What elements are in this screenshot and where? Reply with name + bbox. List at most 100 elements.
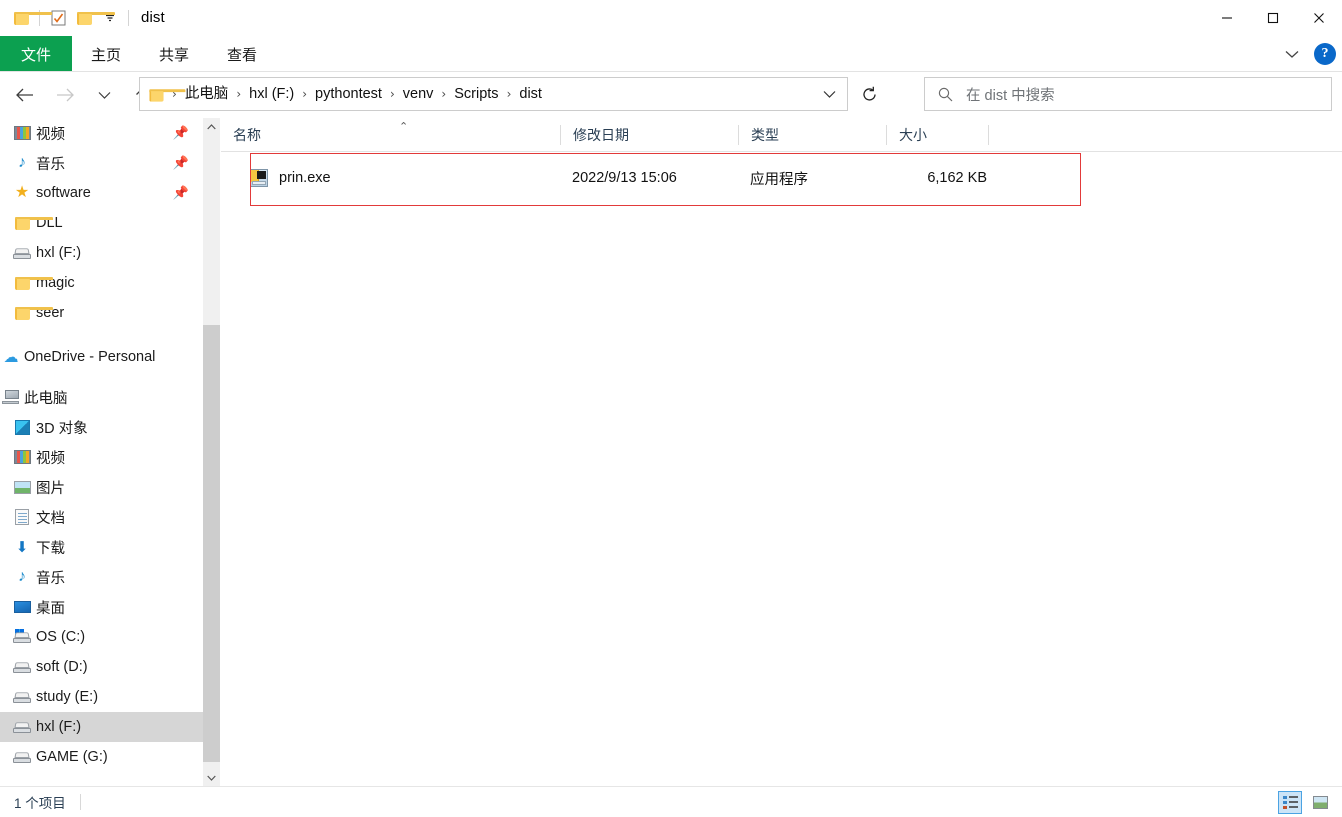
refresh-button[interactable] [852, 77, 886, 111]
forward-button[interactable] [51, 80, 79, 110]
help-button[interactable]: ? [1314, 43, 1336, 65]
column-headers: 名称 ⌃ 修改日期 类型 大小 [221, 118, 1342, 152]
breadcrumb-separator-3[interactable]: › [386, 87, 399, 101]
address-dropdown-chevron-down-icon[interactable] [815, 78, 843, 110]
breadcrumb-item-pythontest[interactable]: pythontest [311, 83, 386, 105]
folder-icon[interactable] [8, 5, 52, 31]
sidebar-item-desktop[interactable]: 桌面 [0, 592, 203, 622]
scroll-down-arrow-icon[interactable] [203, 769, 220, 786]
sidebar-item-label: GAME (G:) [36, 749, 108, 765]
scroll-up-arrow-icon[interactable] [203, 118, 220, 135]
column-header-label: 名称 [233, 126, 261, 143]
sidebar-item-game-g[interactable]: GAME (G:) [0, 742, 203, 772]
file-name-label: prin.exe [279, 170, 331, 186]
cell-name: prin.exe [250, 169, 572, 187]
minimize-button[interactable] [1204, 0, 1250, 36]
breadcrumb-item-hxl-f[interactable]: hxl (F:) [245, 83, 298, 105]
pin-icon[interactable]: 📌 [173, 185, 189, 201]
sidebar-item-music[interactable]: ♪ 音乐 [0, 562, 203, 592]
sidebar-item-dll[interactable]: DLL [0, 208, 203, 238]
maximize-button[interactable] [1250, 0, 1296, 36]
navigation-pane: 视频 📌 ♪ 音乐 📌 ★ software 📌 DLL hxl (F:) ma… [0, 118, 203, 786]
sidebar-item-videos-quick[interactable]: 视频 📌 [0, 118, 203, 148]
breadcrumb-item-scripts[interactable]: Scripts [450, 83, 502, 105]
thumbnail-view-icon[interactable] [1308, 791, 1332, 814]
breadcrumb-separator-1[interactable]: › [232, 87, 245, 101]
video-icon [13, 448, 31, 466]
sidebar-item-downloads[interactable]: ⬇ 下载 [0, 532, 203, 562]
tab-file[interactable]: 文件 [0, 36, 72, 72]
pictures-icon [13, 478, 31, 496]
scrollbar-thumb[interactable] [203, 325, 220, 762]
address-folder-icon[interactable] [149, 88, 186, 102]
sidebar-item-this-pc[interactable]: 此电脑 [0, 382, 203, 412]
search-box[interactable]: 在 dist 中搜索 [924, 77, 1332, 111]
downloads-icon: ⬇ [15, 538, 29, 556]
close-button[interactable] [1296, 0, 1342, 36]
back-button[interactable] [10, 80, 38, 110]
breadcrumb-separator-4[interactable]: › [437, 87, 450, 101]
sidebar-item-label: 图片 [36, 480, 65, 497]
column-header-name[interactable]: 名称 ⌃ [221, 118, 561, 152]
tab-view[interactable]: 查看 [208, 36, 276, 72]
column-header-label: 类型 [751, 126, 779, 143]
drive-icon [13, 658, 31, 676]
sidebar-item-software[interactable]: ★ software 📌 [0, 178, 203, 208]
sidebar-item-pictures[interactable]: 图片 [0, 472, 203, 502]
sidebar-item-hxl-f-quick[interactable]: hxl (F:) [0, 238, 203, 268]
pin-icon[interactable]: 📌 [173, 125, 189, 141]
sidebar-item-hxl-f[interactable]: hxl (F:) [0, 712, 203, 742]
sidebar-item-videos[interactable]: 视频 [0, 442, 203, 472]
sidebar-scrollbar[interactable] [203, 118, 220, 786]
breadcrumb-item-venv[interactable]: venv [399, 83, 438, 105]
recent-locations-chevron-down-icon[interactable] [90, 80, 118, 110]
sidebar-item-os-c[interactable]: OS (C:) [0, 622, 203, 652]
expand-ribbon-chevron-down-icon[interactable] [1280, 42, 1304, 66]
window-controls [1204, 0, 1342, 36]
title-bar: dist [0, 0, 1342, 36]
quick-access-toolbar: dist [0, 0, 165, 36]
drive-icon [13, 748, 31, 766]
sidebar-item-seer[interactable]: seer [0, 298, 203, 328]
pin-icon[interactable]: 📌 [173, 155, 189, 171]
sidebar-item-onedrive[interactable]: ☁ OneDrive - Personal [0, 342, 203, 372]
folder-icon [13, 304, 53, 322]
status-bar: 1 个项目 [0, 786, 1342, 817]
drive-icon [13, 718, 31, 736]
address-bar[interactable]: › 此电脑 › hxl (F:) › pythontest › venv › S… [139, 77, 848, 111]
music-icon: ♪ [18, 568, 26, 585]
drive-icon [13, 244, 31, 262]
breadcrumb-item-dist[interactable]: dist [515, 83, 546, 105]
properties-icon[interactable] [45, 5, 71, 31]
sidebar-item-soft-d[interactable]: soft (D:) [0, 652, 203, 682]
tab-home[interactable]: 主页 [72, 36, 140, 72]
sidebar-item-label: hxl (F:) [36, 245, 82, 261]
sidebar-item-3d-objects[interactable]: 3D 对象 [0, 412, 203, 442]
sidebar-item-study-e[interactable]: study (E:) [0, 682, 203, 712]
sidebar-item-magic[interactable]: magic [0, 268, 203, 298]
documents-icon [13, 508, 31, 526]
breadcrumb-separator-5[interactable]: › [503, 87, 516, 101]
view-mode-buttons [1278, 787, 1332, 817]
file-list-pane: 名称 ⌃ 修改日期 类型 大小 prin.exe 2022/9/13 15:06… [221, 118, 1342, 786]
breadcrumb-item-this-pc[interactable]: 此电脑 [181, 83, 233, 105]
customize-toolbar-chevron-down-icon[interactable] [97, 5, 123, 31]
table-row[interactable]: prin.exe 2022/9/13 15:06 应用程序 6,162 KB [250, 154, 1081, 202]
column-header-size[interactable]: 大小 [887, 118, 989, 152]
details-view-icon[interactable] [1278, 791, 1302, 814]
status-divider [79, 794, 81, 810]
sidebar-item-music-quick[interactable]: ♪ 音乐 📌 [0, 148, 203, 178]
sidebar-item-documents[interactable]: 文档 [0, 502, 203, 532]
breadcrumb-separator-2[interactable]: › [298, 87, 311, 101]
tab-share[interactable]: 共享 [140, 36, 208, 72]
video-icon [13, 124, 31, 142]
sidebar-item-label: 视频 [36, 126, 65, 143]
search-input[interactable]: 在 dist 中搜索 [966, 84, 1055, 105]
sidebar-item-label: study (E:) [36, 689, 99, 705]
column-header-type[interactable]: 类型 [739, 118, 887, 152]
new-folder-icon[interactable] [71, 5, 115, 31]
column-divider[interactable] [988, 124, 989, 145]
toolbar-divider-2 [128, 10, 129, 26]
column-header-date-modified[interactable]: 修改日期 [561, 118, 739, 152]
cell-date-modified: 2022/9/13 15:06 [572, 170, 677, 186]
